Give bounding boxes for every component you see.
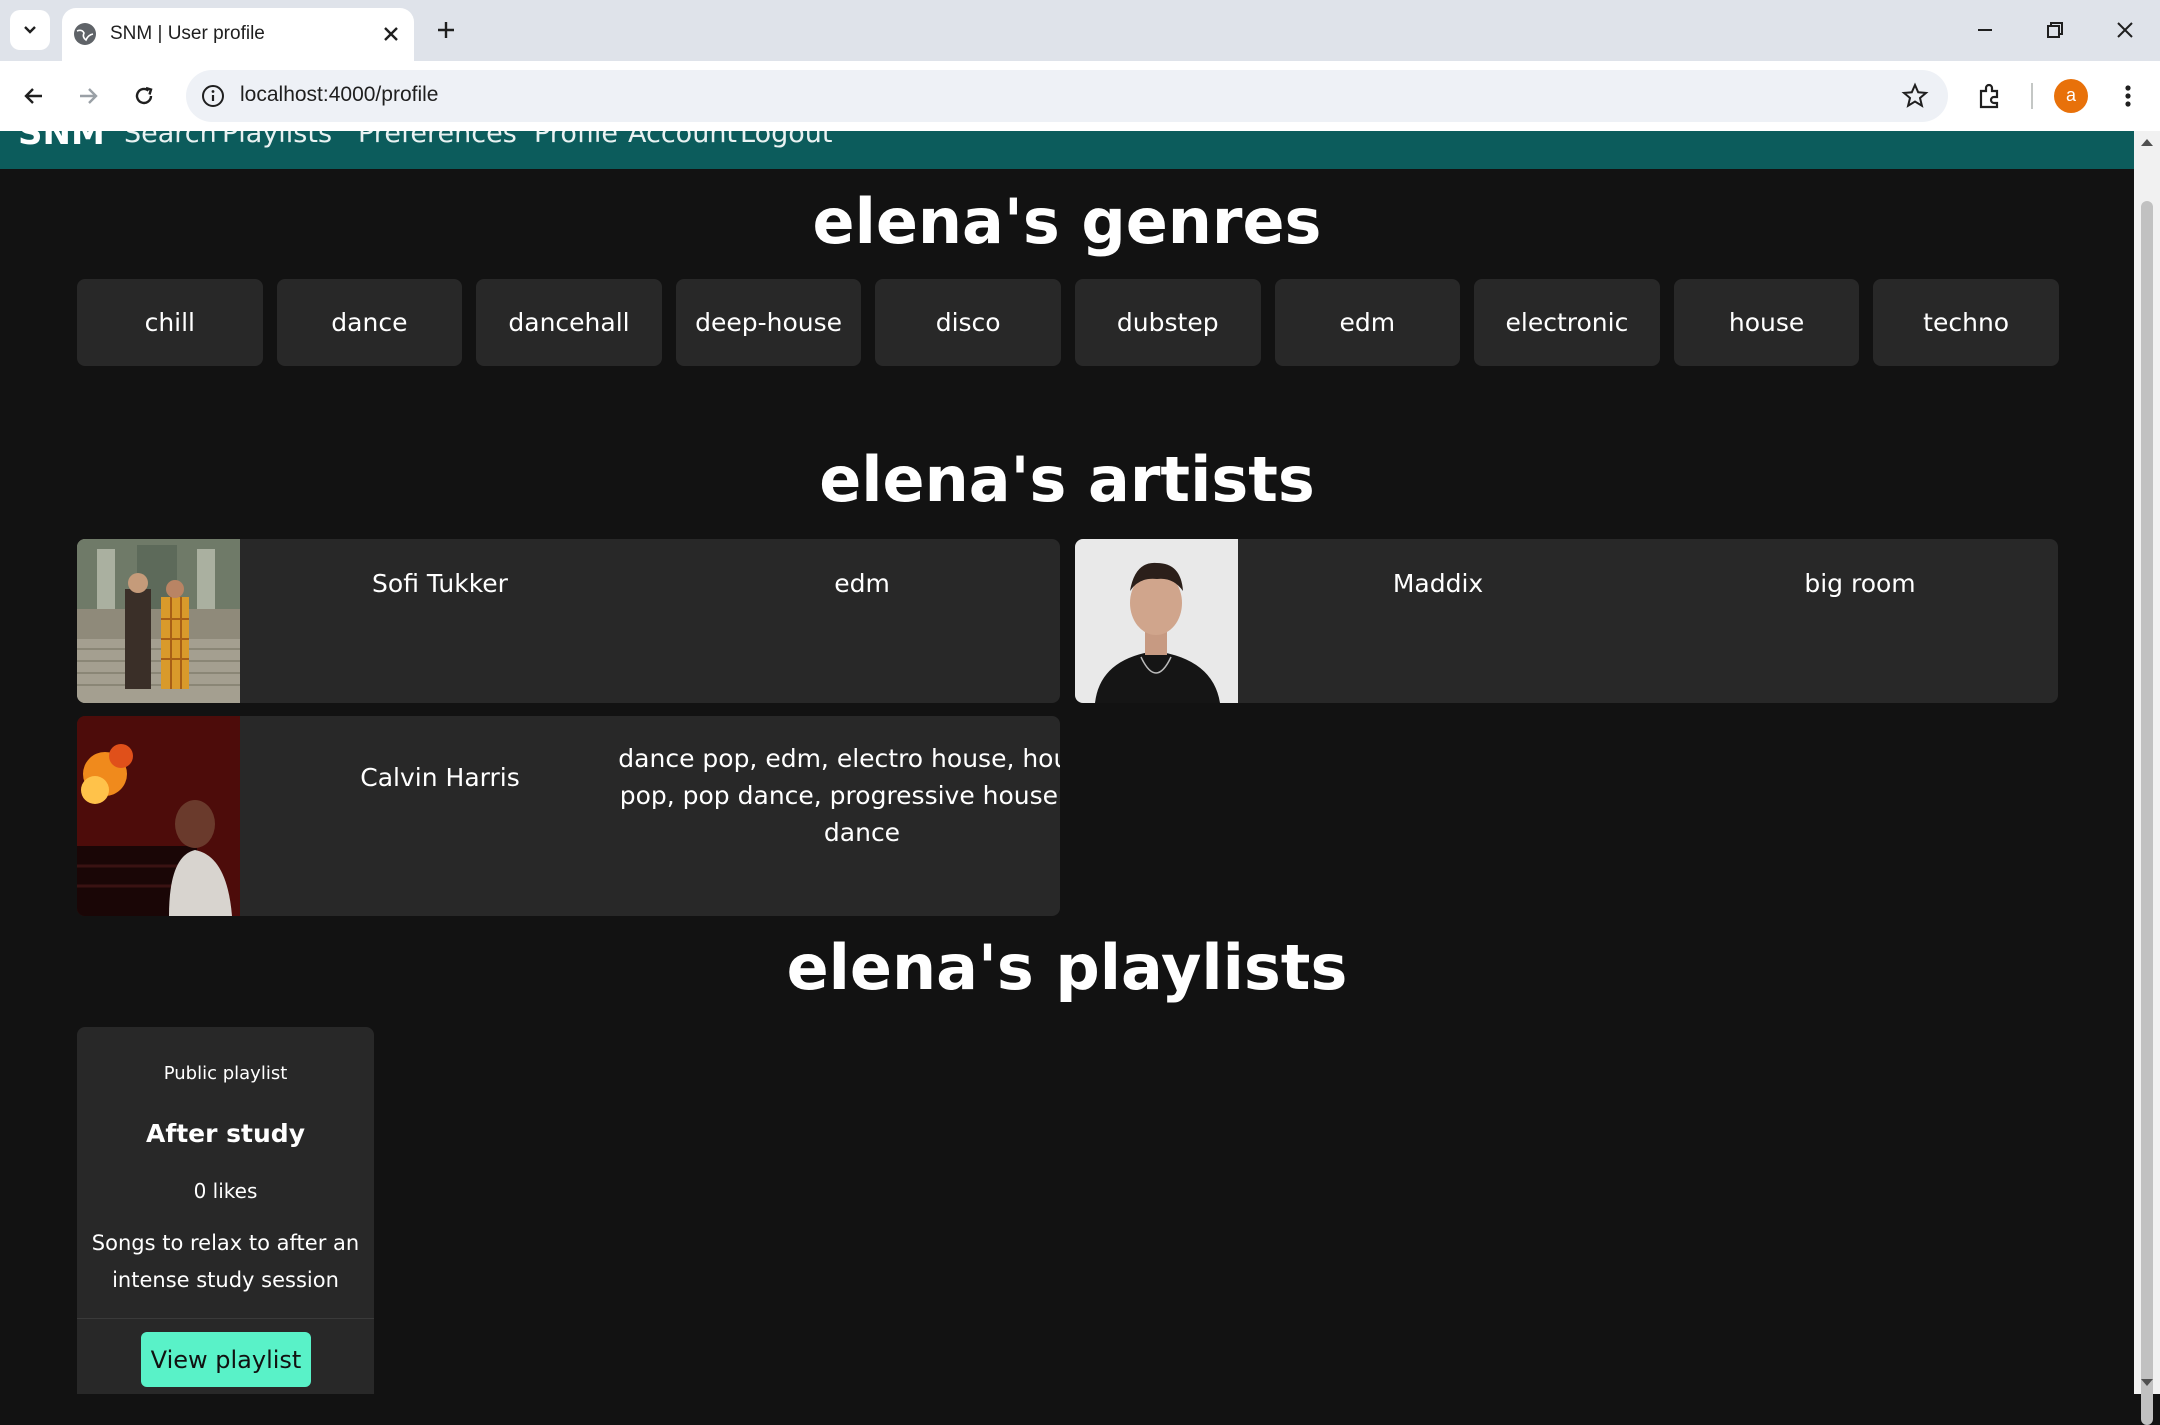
artists-heading: elena's artists	[819, 443, 1315, 516]
genre-chip[interactable]: techno	[1873, 279, 2059, 366]
playlist-likes: 0 likes	[193, 1179, 258, 1203]
playlist-title: After study	[146, 1119, 305, 1148]
profile-avatar[interactable]: a	[2054, 79, 2088, 113]
more-vertical-icon[interactable]	[2112, 80, 2144, 112]
artist-photo	[77, 716, 240, 916]
playlist-card: Public playlist After study 0 likes Song…	[77, 1027, 374, 1394]
artist-card-maddix[interactable]: Maddix big room	[1075, 539, 2058, 703]
site-brand-logo[interactable]: SNM	[18, 131, 105, 153]
tab-title: SNM | User profile	[110, 23, 265, 44]
artist-genres: big room	[1804, 569, 1916, 598]
artist-card-calvin-harris[interactable]: Calvin Harris dance pop, edm, electro ho…	[77, 716, 1060, 916]
artist-photo	[1075, 539, 1238, 703]
browser-tab-active[interactable]: SNM | User profile	[62, 8, 414, 61]
address-bar[interactable]: localhost:4000/profile	[186, 70, 1948, 122]
bookmark-star-icon[interactable]	[1900, 81, 1930, 111]
playlist-description: Songs to relax to after an intense study…	[91, 1231, 360, 1292]
genre-chip[interactable]: chill	[77, 279, 263, 366]
genre-chip[interactable]: disco	[875, 279, 1061, 366]
page-viewport: SNM Search Playlists Preferences Profile…	[0, 131, 2134, 1394]
genre-chip[interactable]: edm	[1274, 279, 1461, 366]
artist-name: Calvin Harris	[360, 763, 520, 792]
page-scrollbar[interactable]	[2134, 131, 2160, 1425]
artist-genres: edm	[834, 569, 890, 598]
close-icon[interactable]	[380, 23, 402, 45]
scroll-up-arrow-icon[interactable]	[2140, 137, 2154, 147]
url-text[interactable]: localhost:4000/profile	[240, 83, 438, 107]
artist-name: Sofi Tukker	[372, 569, 508, 598]
nav-link-account[interactable]: Account	[628, 131, 737, 149]
globe-icon	[74, 23, 96, 45]
chevron-down-icon	[24, 26, 36, 34]
site-navbar: SNM Search Playlists Preferences Profile…	[0, 131, 2134, 169]
window-close-icon[interactable]	[2112, 17, 2138, 43]
genre-chip[interactable]: house	[1673, 279, 1860, 366]
nav-link-search[interactable]: Search	[124, 131, 217, 149]
toolbar-separator	[2031, 83, 2033, 109]
forward-arrow-icon[interactable]	[72, 80, 104, 112]
nav-link-logout[interactable]: Logout	[740, 131, 832, 149]
artist-genres: dance pop, edm, electro house, house, po…	[618, 744, 1060, 847]
scrollbar-thumb[interactable]	[2141, 201, 2153, 1425]
genres-list: chill dance dancehall deep-house disco d…	[77, 279, 2059, 366]
site-info-icon[interactable]	[200, 83, 226, 109]
genre-chip[interactable]: deep-house	[675, 279, 862, 366]
reload-icon[interactable]	[128, 80, 160, 112]
genre-chip[interactable]: dubstep	[1074, 279, 1261, 366]
artist-photo	[77, 539, 240, 703]
extensions-puzzle-icon[interactable]	[1974, 80, 2006, 112]
artist-name: Maddix	[1392, 569, 1484, 598]
genre-chip[interactable]: electronic	[1474, 279, 1660, 366]
browser-tab-bar: SNM | User profile	[0, 0, 2160, 61]
restore-icon[interactable]	[2042, 17, 2068, 43]
card-divider	[77, 1318, 374, 1319]
artist-card-sofi-tukker[interactable]: Sofi Tukker edm	[77, 539, 1060, 703]
nav-link-playlists[interactable]: Playlists	[222, 131, 332, 149]
browser-toolbar: localhost:4000/profile a	[0, 61, 2160, 131]
genre-chip[interactable]: dancehall	[476, 279, 662, 366]
view-playlist-button[interactable]: View playlist	[141, 1332, 311, 1387]
genre-chip[interactable]: dance	[276, 279, 463, 366]
scroll-down-arrow-icon[interactable]	[2140, 1378, 2154, 1388]
new-tab-plus-icon[interactable]	[432, 16, 460, 44]
nav-link-preferences[interactable]: Preferences	[358, 131, 517, 149]
genres-heading: elena's genres	[812, 185, 1322, 258]
playlist-visibility: Public playlist	[163, 1063, 288, 1084]
back-arrow-icon[interactable]	[18, 80, 50, 112]
playlists-heading: elena's playlists	[786, 931, 1348, 1004]
nav-link-profile[interactable]: Profile	[534, 131, 618, 149]
tab-search-dropdown-button[interactable]	[10, 10, 50, 50]
minimize-icon[interactable]	[1972, 17, 1998, 43]
